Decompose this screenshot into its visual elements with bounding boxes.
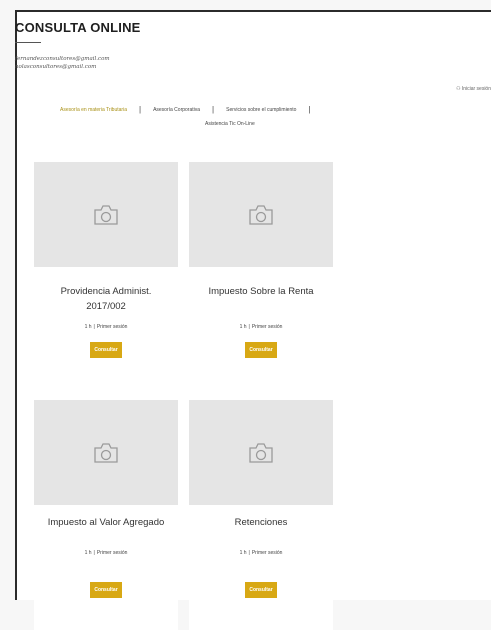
title-underline bbox=[15, 42, 41, 43]
consult-button[interactable]: Consultar bbox=[245, 582, 277, 598]
meta-separator: | bbox=[248, 324, 250, 330]
card-thumbnail[interactable] bbox=[189, 400, 333, 505]
meta-separator: | bbox=[93, 550, 95, 556]
site-title[interactable]: CONSULTA ONLINE bbox=[15, 20, 141, 35]
consult-button[interactable]: Consultar bbox=[245, 342, 277, 358]
duration-text: 1 h bbox=[239, 550, 247, 556]
consult-button[interactable]: Consultar bbox=[90, 342, 122, 358]
main-nav: Asesoría en materia Tributaria | Asesorí… bbox=[60, 105, 470, 127]
service-card[interactable]: Retenciones 1 h | Primer sesión Consultar bbox=[189, 400, 333, 630]
nav-item-tic-online[interactable]: Asistencia Tic On-Line bbox=[205, 121, 255, 127]
duration-text: 1 h bbox=[239, 324, 247, 330]
service-card[interactable]: Impuesto Sobre la Renta 1 h | Primer sesió… bbox=[189, 162, 333, 392]
card-thumbnail[interactable] bbox=[34, 162, 178, 267]
session-text: Primer sesión bbox=[96, 550, 128, 556]
contact-emails: fernandezconsultores@gmail.com nolascons… bbox=[15, 55, 110, 71]
email-line[interactable]: nolasconsultores@gmail.com bbox=[15, 63, 110, 71]
session-text: Primer sesión bbox=[251, 550, 283, 556]
meta-separator: | bbox=[93, 324, 95, 330]
card-meta: 1 h | Primer sesión bbox=[189, 324, 333, 330]
duration-text: 1 h bbox=[84, 550, 92, 556]
card-thumbnail[interactable] bbox=[34, 400, 178, 505]
card-title[interactable]: Retenciones bbox=[195, 515, 327, 530]
meta-separator: | bbox=[248, 550, 250, 556]
card-meta: 1 h | Primer sesión bbox=[34, 324, 178, 330]
card-title[interactable]: Providencia Administ. 2017/002 bbox=[40, 284, 172, 314]
nav-separator: | bbox=[308, 105, 311, 114]
nav-item-cumplimiento[interactable]: Servicios sobre el cumplimiento bbox=[226, 107, 296, 113]
nav-separator: | bbox=[138, 105, 142, 114]
duration-text: 1 h bbox=[84, 324, 92, 330]
camera-icon bbox=[249, 442, 273, 463]
card-thumbnail[interactable] bbox=[189, 162, 333, 267]
session-text: Primer sesión bbox=[251, 324, 283, 330]
service-card[interactable]: Impuesto al Valor Agregado 1 h | Primer se… bbox=[34, 400, 178, 630]
service-card[interactable]: Providencia Administ. 2017/002 1 h | Prime… bbox=[34, 162, 178, 392]
nav-item-tributaria[interactable]: Asesoría en materia Tributaria bbox=[60, 107, 127, 113]
login-link[interactable]: ⚇ Iniciar sesión bbox=[456, 86, 491, 92]
camera-icon bbox=[94, 442, 118, 463]
card-meta: 1 h | Primer sesión bbox=[189, 550, 333, 556]
card-meta: 1 h | Primer sesión bbox=[34, 550, 178, 556]
card-title[interactable]: Impuesto al Valor Agregado bbox=[40, 515, 172, 530]
card-title[interactable]: Impuesto Sobre la Renta bbox=[195, 284, 327, 299]
login-label: Iniciar sesión bbox=[461, 86, 491, 92]
camera-icon bbox=[94, 204, 118, 225]
session-text: Primer sesión bbox=[96, 324, 128, 330]
consult-button[interactable]: Consultar bbox=[90, 582, 122, 598]
email-line[interactable]: fernandezconsultores@gmail.com bbox=[15, 55, 110, 63]
nav-item-corporativa[interactable]: Asesoría Corporativa bbox=[153, 107, 200, 113]
nav-separator: | bbox=[212, 105, 215, 114]
camera-icon bbox=[249, 204, 273, 225]
